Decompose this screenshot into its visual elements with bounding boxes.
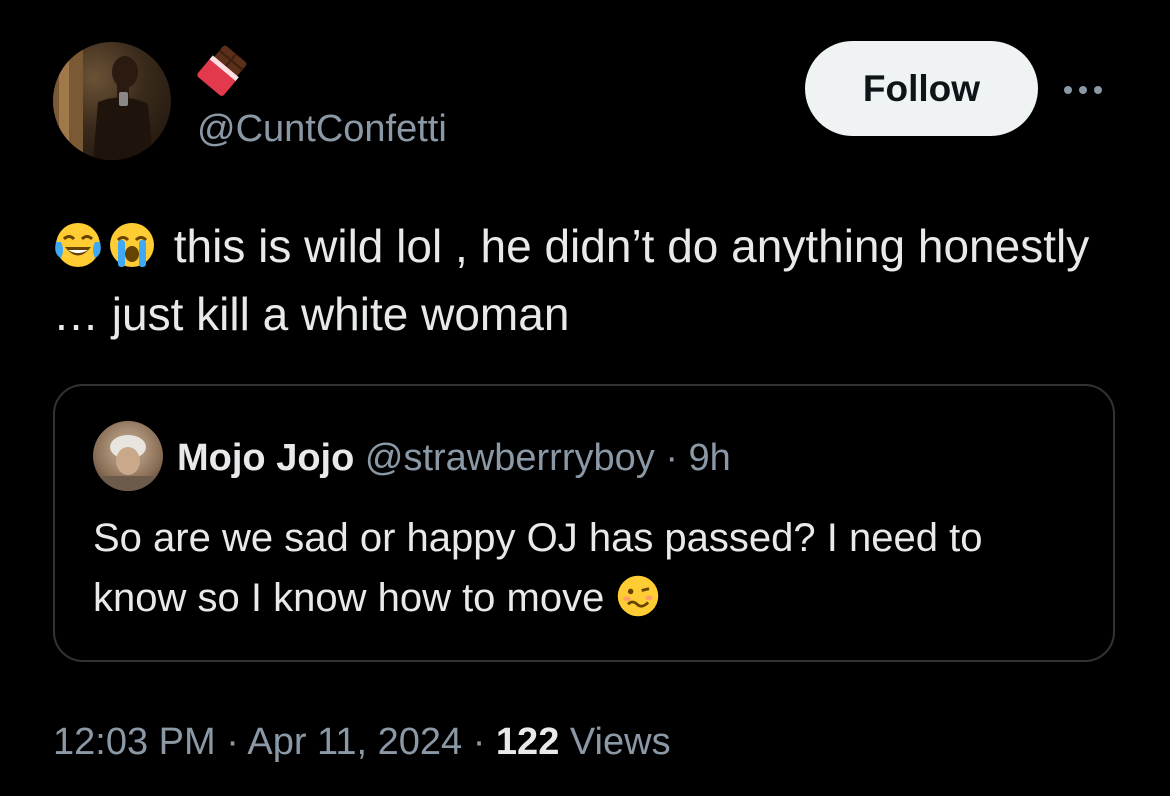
quoted-timestamp[interactable]: 9h <box>689 437 731 479</box>
footer-separator: · <box>226 721 239 763</box>
post-date[interactable]: Apr 11, 2024 <box>247 721 462 763</box>
post-time[interactable]: 12:03 PM <box>53 721 216 763</box>
quoted-tweet[interactable]: Mojo Jojo @strawberrryboy · 9h So are we… <box>53 384 1115 662</box>
views-label: Views <box>569 721 671 763</box>
quoted-author-handle[interactable]: @strawberrryboy <box>365 437 655 479</box>
quoted-text: So are we sad or happy OJ has passed? I … <box>93 516 983 620</box>
views-count[interactable]: 122 <box>496 721 559 763</box>
quoted-body: So are we sad or happy OJ has passed? I … <box>93 508 1083 628</box>
loudly-crying-face-icon <box>107 220 157 270</box>
author-avatar[interactable] <box>53 42 171 160</box>
tweet-text: this is wild lol , he didn’t do anything… <box>53 220 1090 340</box>
face-with-tears-of-joy-icon <box>53 220 103 270</box>
follow-button[interactable]: Follow <box>805 41 1038 136</box>
woozy-face-icon <box>615 573 661 619</box>
quoted-author-avatar[interactable] <box>93 421 163 491</box>
ellipsis-icon[interactable] <box>1064 78 1114 102</box>
author-handle[interactable]: @CuntConfetti <box>197 103 447 155</box>
tweet-footer: 12:03 PM · Apr 11, 2024 · 122 Views <box>53 716 671 768</box>
quoted-header: Mojo Jojo @strawberrryboy · 9h <box>177 434 731 482</box>
quoted-separator: · <box>665 437 678 479</box>
quoted-author-name[interactable]: Mojo Jojo <box>177 437 354 479</box>
footer-separator: · <box>472 721 486 763</box>
tweet-body: this is wild lol , he didn’t do anything… <box>53 212 1113 348</box>
chocolate-bar-emoji <box>194 44 254 96</box>
